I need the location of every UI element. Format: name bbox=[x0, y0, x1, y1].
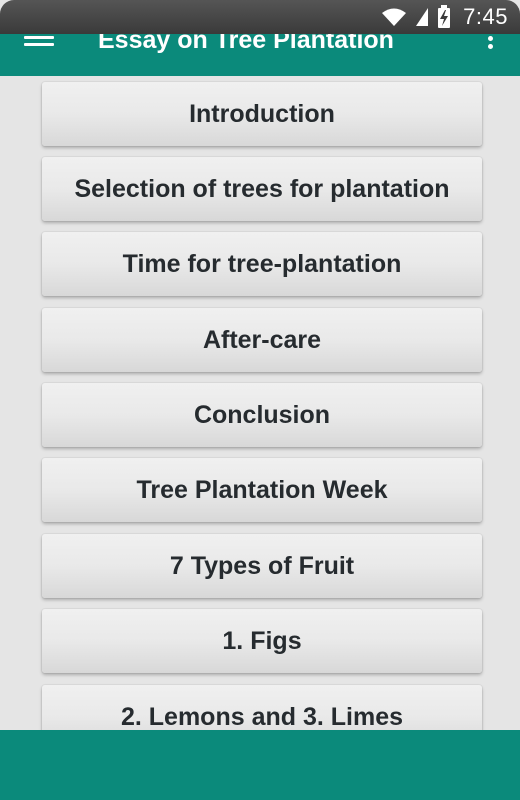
battery-charging-icon bbox=[438, 5, 451, 28]
status-icons: 7:45 bbox=[381, 4, 508, 30]
signal-icon bbox=[416, 8, 429, 26]
topic-button-selection-of-trees[interactable]: Selection of trees for plantation bbox=[42, 157, 482, 221]
topic-button-time-for-plantation[interactable]: Time for tree-plantation bbox=[42, 232, 482, 296]
status-bar: 7:45 bbox=[0, 0, 520, 34]
wifi-icon bbox=[382, 8, 407, 26]
app-screen: 7:45 Essay on Tree Plantation Introducti… bbox=[0, 0, 520, 800]
topic-button-plantation-week[interactable]: Tree Plantation Week bbox=[42, 458, 482, 522]
topic-button-introduction[interactable]: Introduction bbox=[42, 82, 482, 146]
topic-list: Introduction Selection of trees for plan… bbox=[0, 76, 520, 730]
app-bar: Essay on Tree Plantation bbox=[0, 34, 520, 76]
bottom-bar bbox=[0, 730, 520, 800]
hamburger-menu-icon[interactable] bbox=[24, 36, 54, 50]
topic-button-after-care[interactable]: After-care bbox=[42, 308, 482, 372]
clock: 7:45 bbox=[463, 4, 508, 29]
topic-button-lemons-limes[interactable]: 2. Lemons and 3. Limes bbox=[42, 685, 482, 730]
topic-button-types-of-fruit[interactable]: 7 Types of Fruit bbox=[42, 534, 482, 598]
topic-button-figs[interactable]: 1. Figs bbox=[42, 609, 482, 673]
app-title: Essay on Tree Plantation bbox=[98, 34, 394, 54]
more-vertical-icon[interactable] bbox=[486, 36, 494, 54]
topic-button-conclusion[interactable]: Conclusion bbox=[42, 383, 482, 447]
